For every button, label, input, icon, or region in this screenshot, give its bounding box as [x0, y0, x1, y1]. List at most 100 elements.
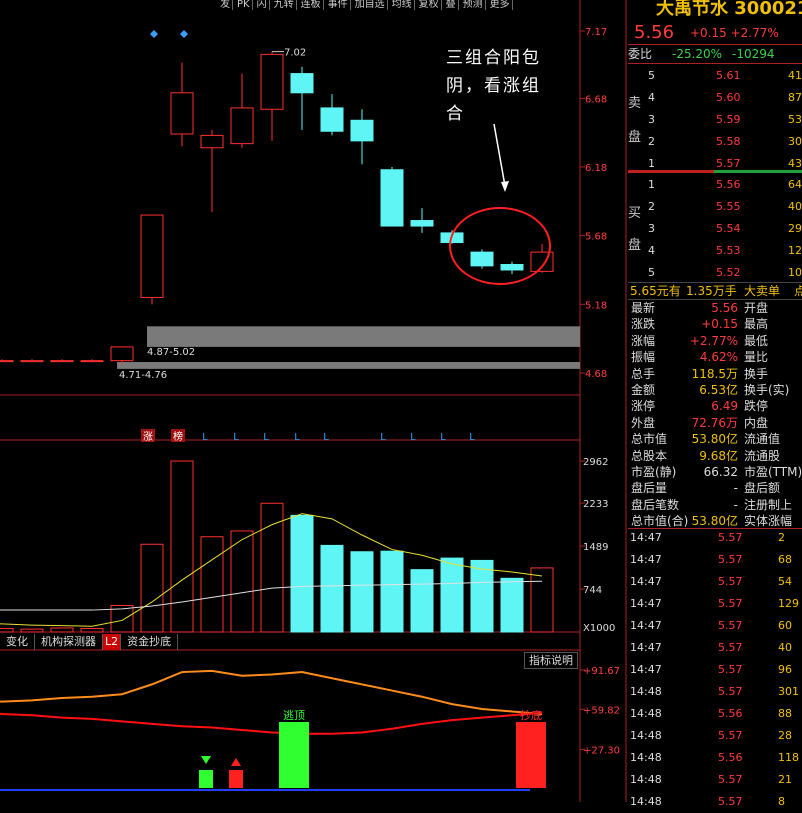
- marker-label: L: [202, 432, 208, 443]
- up-arrow-icon: [231, 758, 241, 766]
- stat-value: -: [733, 497, 738, 512]
- annotation-line-3: 合: [446, 104, 465, 124]
- zone1-label: 4.87-5.02: [147, 347, 195, 358]
- bid-volume: 40: [788, 200, 802, 213]
- annotation-arrowhead: [501, 181, 509, 192]
- ind-tick-label: +91.67: [583, 666, 620, 677]
- toolbar-item-1[interactable]: PK: [235, 0, 253, 10]
- vol-tick-label: X1000: [583, 623, 615, 634]
- indicator-help-button[interactable]: 指标说明: [524, 652, 578, 669]
- bid-row: 2 5.55 40: [628, 196, 802, 218]
- toolbar-item-6[interactable]: 加自选: [353, 0, 388, 10]
- weicha-value: -10294: [732, 47, 775, 61]
- tick-price: 5.57: [718, 597, 743, 610]
- tick-volume: 54: [778, 575, 792, 588]
- stat-label: 盘后笔数: [631, 497, 680, 512]
- ask-volume: 41: [788, 69, 802, 82]
- chart-toolbar: 发 PK 闪九转 连板 事件 加自选 均线 复权叠预测 更多: [218, 0, 513, 10]
- toolbar-item-9[interactable]: 叠: [444, 0, 459, 10]
- vol-tick-label: 2962: [583, 457, 608, 468]
- tick-row: 14:47 5.57 54: [628, 571, 802, 593]
- stat-row: 涨幅 +2.77% 最低: [628, 333, 802, 350]
- candle-body: [50, 360, 74, 363]
- candle-body: [0, 360, 14, 363]
- tab-capital-bottom[interactable]: 资金抄底: [121, 634, 179, 650]
- stock-name: 大禹节水 300021: [656, 0, 802, 19]
- bid-level: 1: [648, 178, 655, 191]
- tick-price: 5.56: [718, 707, 743, 720]
- tick-row: 14:48 5.57 8: [628, 791, 802, 813]
- marker-label: L: [263, 432, 269, 443]
- price-change: +0.15 +2.77%: [690, 26, 779, 40]
- tab-change[interactable]: 变化: [0, 634, 35, 650]
- tick-price: 5.57: [718, 773, 743, 786]
- price-tick-label: 5.18: [585, 300, 607, 311]
- toolbar-item-2[interactable]: 闪: [255, 0, 270, 10]
- tick-price: 5.57: [718, 795, 743, 808]
- bid-level: 3: [648, 222, 655, 235]
- stat-label-right: 量比: [744, 350, 769, 365]
- tab-institution-detector[interactable]: 机构探测器: [35, 634, 103, 650]
- toolbar-item-8[interactable]: 复权: [417, 0, 442, 10]
- marker-label: L: [380, 432, 386, 443]
- stat-value: -: [733, 481, 738, 496]
- stat-row: 总手 118.5万 换手: [628, 366, 802, 383]
- toolbar-item-11[interactable]: 更多: [488, 0, 513, 10]
- tick-time: 14:47: [630, 663, 662, 676]
- candle-body: [350, 119, 374, 142]
- bid-row: 1 5.56 64: [628, 174, 802, 196]
- tick-volume: 96: [778, 663, 792, 676]
- marker-label: 涨: [143, 431, 153, 443]
- toolbar-item-10[interactable]: 预测: [461, 0, 486, 10]
- toolbar-item-4[interactable]: 连板: [299, 0, 324, 10]
- tick-time: 14:48: [630, 795, 662, 808]
- volume-bar: [80, 628, 104, 633]
- tick-time: 14:47: [630, 641, 662, 654]
- weibi-row: 委比 -25.20% -10294: [628, 44, 802, 64]
- tick-row: 14:48 5.57 301: [628, 681, 802, 703]
- volume-bar: [50, 627, 74, 633]
- tick-row: 14:47 5.57 2: [628, 527, 802, 549]
- stat-label: 外盘: [631, 415, 656, 430]
- stat-label: 涨停: [631, 399, 656, 414]
- down-arrow-icon: [201, 756, 211, 764]
- tick-price: 5.57: [718, 729, 743, 742]
- indicator-orange-line: [0, 669, 543, 715]
- last-price: 5.56: [634, 22, 675, 43]
- bid-price: 5.54: [716, 222, 741, 235]
- price-tick-label: 5.68: [585, 232, 607, 243]
- stat-label-right: 流通股: [744, 448, 781, 463]
- toolbar-item-5[interactable]: 事件: [326, 0, 351, 10]
- bid-price: 5.52: [716, 266, 741, 279]
- ask-volume: 87: [788, 91, 802, 104]
- marker-label: 榜: [173, 430, 183, 443]
- tick-volume: 28: [778, 729, 792, 742]
- vol-tick-label: 2233: [583, 499, 608, 510]
- support-zone-2: [117, 362, 580, 369]
- toolbar-item-7[interactable]: 均线: [390, 0, 415, 10]
- candle-body: [380, 169, 404, 227]
- stat-row: 总市值 53.80亿 流通值: [628, 431, 802, 448]
- bid-level: 5: [648, 266, 655, 279]
- stat-label-right: 最高: [744, 317, 769, 332]
- stat-row: 金额 6.53亿 换手(实): [628, 382, 802, 399]
- bid-volume: 10: [788, 266, 802, 279]
- bid-price: 5.53: [716, 244, 741, 257]
- stat-label: 市盈(静): [631, 465, 677, 479]
- stat-label-right: 开盘: [744, 301, 769, 315]
- tick-price: 5.57: [718, 531, 743, 544]
- tick-row: 14:47 5.57 96: [628, 659, 802, 681]
- tick-volume: 88: [778, 707, 792, 720]
- toolbar-item-0[interactable]: 发: [218, 0, 233, 10]
- stat-label-right: 注册制上: [744, 497, 793, 512]
- price-tick-label: 6.68: [585, 94, 607, 105]
- volume-bar: [20, 628, 44, 633]
- ask-row: 5 5.61 41: [628, 65, 802, 87]
- tick-time: 14:48: [630, 773, 662, 786]
- candle-body: [470, 251, 494, 267]
- bid-level: 2: [648, 200, 655, 213]
- volume-bar: [350, 551, 374, 633]
- tick-price: 5.57: [718, 663, 743, 676]
- annotation-arrow: [493, 123, 506, 187]
- toolbar-item-3[interactable]: 九转: [272, 0, 297, 10]
